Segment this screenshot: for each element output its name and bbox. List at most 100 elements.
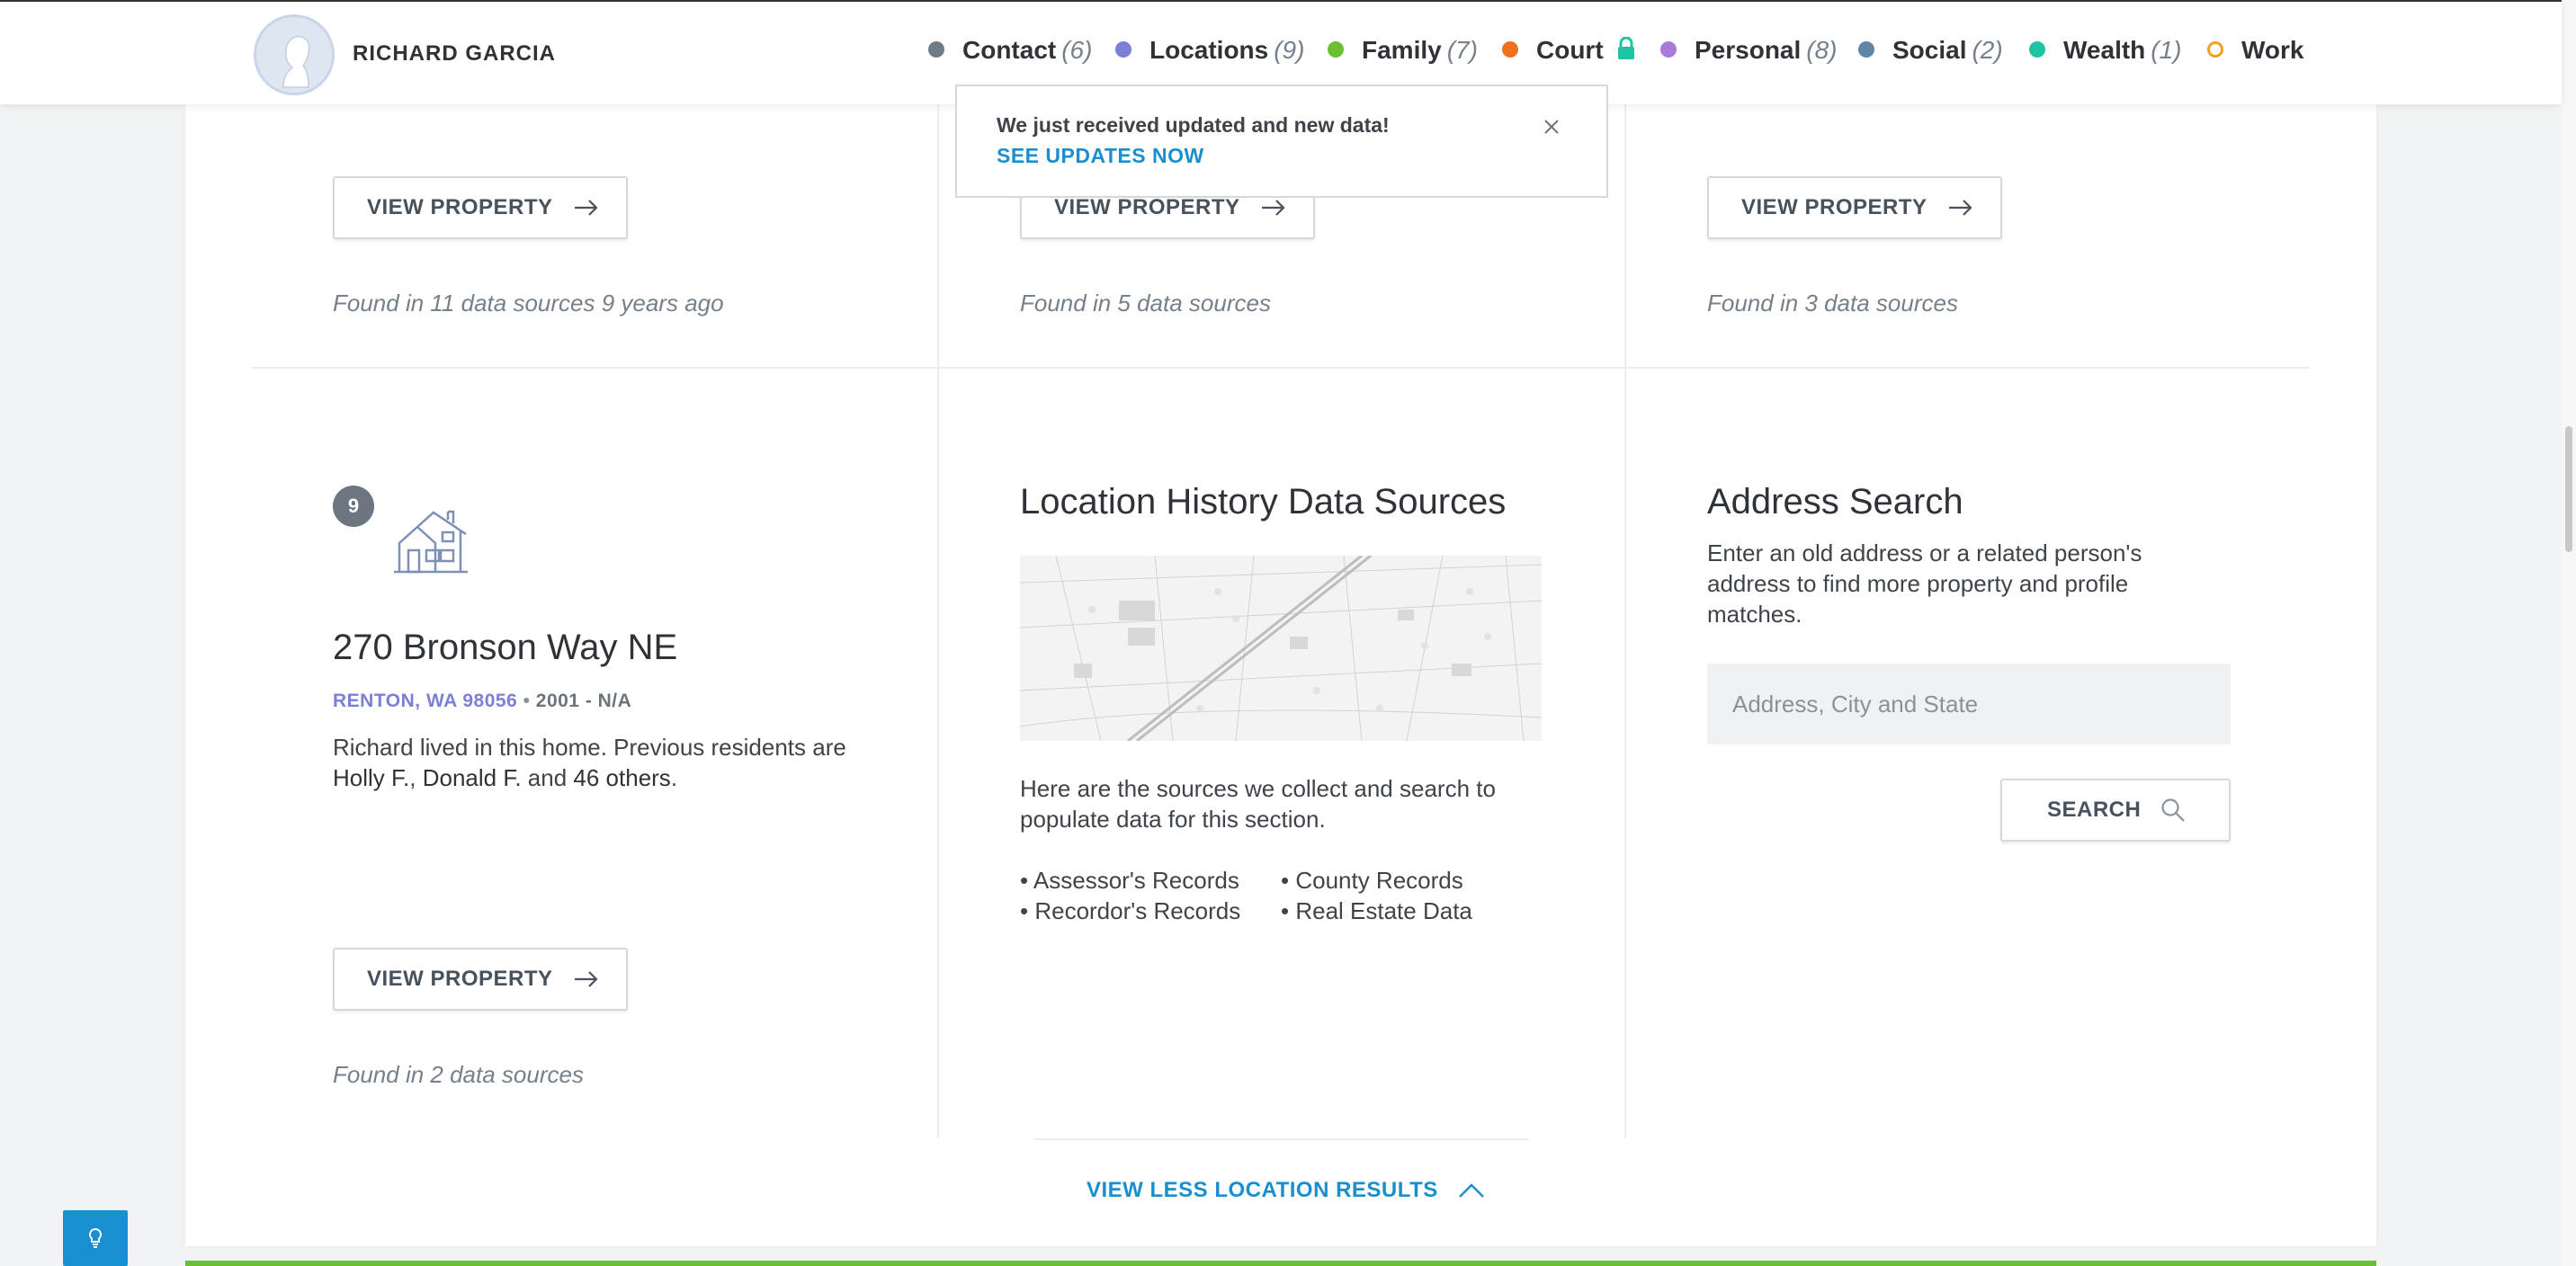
nav-label: Contact: [962, 36, 1057, 64]
person-name: RICHARD GARCIA: [353, 41, 556, 66]
meta-separator: •: [523, 691, 536, 711]
nav-dot-icon: [928, 40, 944, 58]
nav-count: (1): [2151, 36, 2182, 64]
nav-dot-icon: [1328, 40, 1344, 58]
nav-count: (7): [1446, 36, 1478, 64]
nav-count: (9): [1274, 36, 1305, 64]
source-item: • Assessor's Records: [1020, 867, 1239, 894]
nav-dot-icon: [1858, 40, 1874, 58]
source-item: • Real Estate Data: [1281, 897, 1472, 924]
sources-list-col1: • Assessor's Records • Recordor's Record…: [1020, 865, 1240, 926]
address-search-input[interactable]: [1707, 664, 2231, 744]
source-item-label: County Records: [1295, 867, 1463, 894]
lightbulb-icon: [88, 1227, 103, 1248]
nav-label: Family: [1362, 36, 1442, 64]
button-label: VIEW PROPERTY: [367, 195, 553, 219]
nav-work[interactable]: Work: [2207, 36, 2304, 65]
chevron-up-icon: [1458, 1183, 1484, 1198]
bottom-accent-bar: [185, 1261, 2376, 1266]
nav-dot-icon: [1502, 40, 1518, 58]
view-less-results-link[interactable]: VIEW LESS LOCATION RESULTS: [1087, 1178, 1485, 1203]
update-notification: We just received updated and new data! S…: [955, 85, 1608, 198]
property-description: Richard lived in this home. Previous res…: [333, 732, 890, 793]
nav-label: Social: [1892, 36, 1967, 64]
property-city-link[interactable]: RENTON, WA 98056: [333, 691, 517, 711]
close-icon: [1544, 120, 1559, 134]
button-label: VIEW PROPERTY: [1054, 195, 1240, 219]
scrollbar-track[interactable]: [2562, 0, 2576, 1266]
found-sources-text: Found in 11 data sources 9 years ago: [333, 290, 724, 316]
nav-label: Locations: [1149, 36, 1269, 64]
source-item-label: Real Estate Data: [1295, 897, 1472, 924]
sources-list-col2: • County Records • Real Estate Data: [1281, 865, 1472, 926]
found-sources-text: Found in 2 data sources: [333, 1061, 584, 1088]
arrow-right-icon: [574, 200, 598, 216]
resident-link[interactable]: Donald F.: [423, 764, 522, 791]
footer-divider: [1034, 1138, 1529, 1140]
column-divider: [1624, 104, 1626, 1138]
description-text: Richard lived in this home. Previous res…: [333, 734, 846, 761]
property-meta: RENTON, WA 98056 • 2001 - N/A: [333, 691, 631, 712]
button-label: SEARCH: [2047, 798, 2142, 822]
source-item-label: Assessor's Records: [1033, 867, 1239, 894]
data-sources-description: Here are the sources we collect and sear…: [1020, 775, 1496, 833]
arrow-right-icon: [574, 971, 598, 987]
see-updates-link[interactable]: SEE UPDATES NOW: [997, 144, 1204, 168]
nav-dot-icon: [1660, 40, 1677, 58]
person-silhouette-icon: [256, 17, 332, 93]
found-sources-text: Found in 3 data sources: [1707, 290, 1958, 316]
nav-count: (6): [1061, 36, 1093, 64]
nav-label: Court: [1536, 36, 1604, 64]
map-illustration: [1020, 556, 1542, 741]
notification-message: We just received updated and new data!: [997, 113, 1390, 137]
nav-label: Work: [2241, 36, 2304, 64]
search-icon: [2161, 798, 2186, 822]
source-item: • County Records: [1281, 867, 1463, 894]
view-property-button[interactable]: VIEW PROPERTY: [333, 948, 628, 1011]
view-property-button[interactable]: VIEW PROPERTY: [1707, 176, 2002, 239]
nav-dot-icon: [1115, 40, 1131, 58]
profile-avatar[interactable]: [254, 14, 335, 95]
and-text: and: [527, 764, 568, 791]
arrow-right-icon: [1948, 200, 1972, 216]
arrow-right-icon: [1261, 200, 1285, 216]
house-icon: [394, 510, 468, 574]
resident-link[interactable]: Holly F.: [333, 764, 409, 791]
nav-label: Personal: [1695, 36, 1802, 64]
scrollbar-thumb[interactable]: [2565, 426, 2572, 552]
nav-court[interactable]: Court: [1502, 36, 1635, 65]
found-sources-text: Found in 5 data sources: [1020, 290, 1271, 316]
others-link[interactable]: 46 others: [573, 764, 670, 791]
help-button[interactable]: [63, 1210, 128, 1266]
address-search-title: Address Search: [1707, 482, 1963, 522]
nav-locations[interactable]: Locations (9): [1115, 36, 1304, 65]
lock-icon: [1618, 36, 1635, 59]
property-years: 2001 - N/A: [535, 691, 632, 711]
nav-count: (8): [1806, 36, 1838, 64]
button-label: VIEW PROPERTY: [1741, 195, 1928, 219]
nav-family[interactable]: Family (7): [1328, 36, 1478, 65]
button-label: VIEW PROPERTY: [367, 967, 553, 991]
close-notification-button[interactable]: [1542, 117, 1561, 137]
row-divider: [252, 367, 2310, 369]
nav-dot-icon: [2029, 40, 2045, 58]
property-address: 270 Bronson Way NE: [333, 628, 678, 667]
nav-dot-icon: [2207, 40, 2223, 58]
nav-count: (2): [1972, 36, 2003, 64]
view-less-label: VIEW LESS LOCATION RESULTS: [1087, 1178, 1438, 1202]
nav-wealth[interactable]: Wealth (1): [2029, 36, 2182, 65]
period: .: [670, 764, 678, 791]
nav-personal[interactable]: Personal (8): [1660, 36, 1838, 65]
nav-social[interactable]: Social (2): [1858, 36, 2003, 65]
nav-label: Wealth: [2063, 36, 2146, 64]
search-button[interactable]: SEARCH: [2000, 779, 2231, 842]
address-search-description: Enter an old address or a related person…: [1707, 539, 2142, 628]
view-property-button[interactable]: VIEW PROPERTY: [333, 176, 628, 239]
source-item-label: Recordor's Records: [1034, 897, 1241, 924]
result-number-badge: 9: [333, 486, 374, 527]
data-sources-title: Location History Data Sources: [1020, 482, 1507, 522]
source-item: • Recordor's Records: [1020, 897, 1241, 924]
nav-contact[interactable]: Contact (6): [928, 36, 1092, 65]
map-thumbnail: [1020, 556, 1542, 741]
comma: ,: [409, 764, 423, 791]
